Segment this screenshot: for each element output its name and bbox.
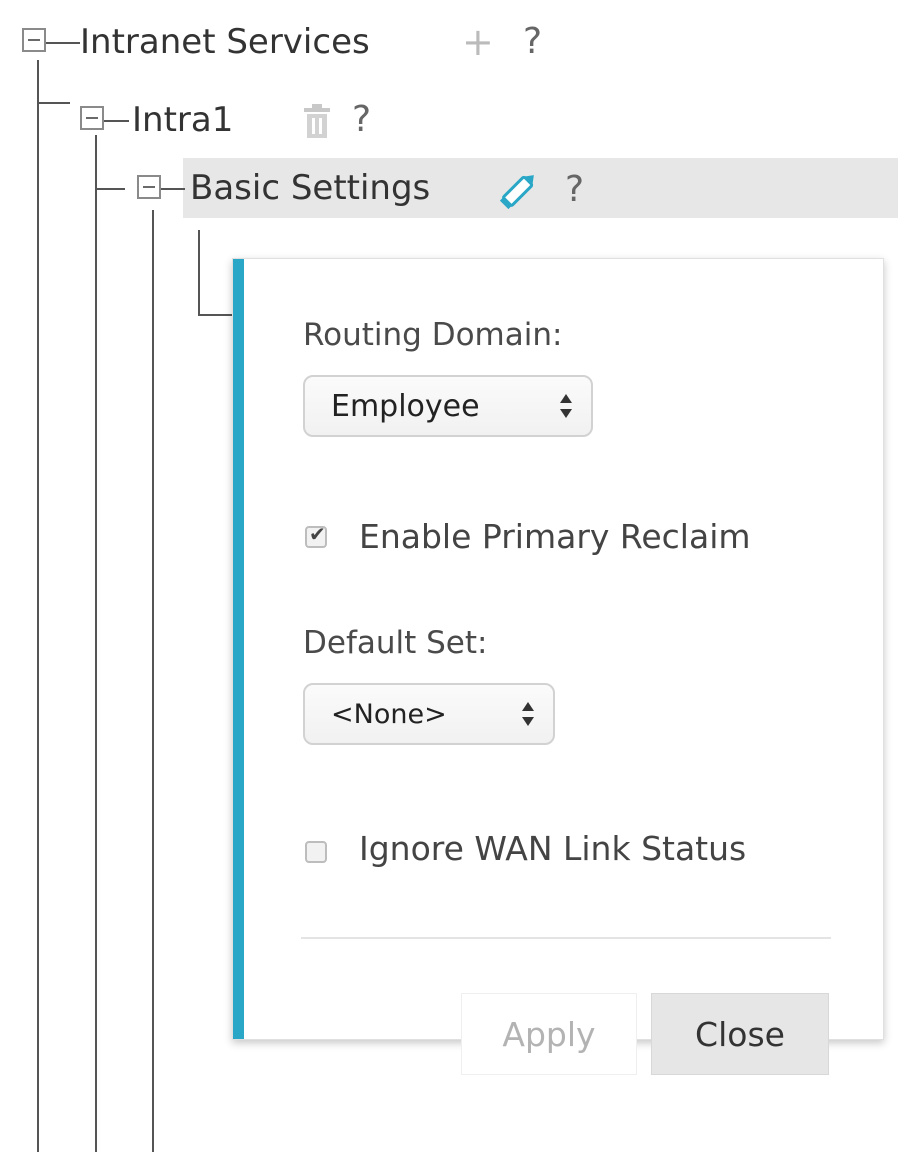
tree-node-intra1[interactable]: Intra1 <box>132 100 233 140</box>
edit-pencil-icon[interactable] <box>496 168 542 212</box>
routing-domain-select[interactable]: Employee <box>303 375 593 437</box>
add-icon[interactable]: + <box>462 22 494 62</box>
ignore-wan-link-status-label: Ignore WAN Link Status <box>359 829 747 868</box>
collapse-toggle-basic-settings[interactable] <box>137 175 161 199</box>
enable-primary-reclaim-label: Enable Primary Reclaim <box>359 517 751 556</box>
help-icon[interactable]: ? <box>523 22 542 62</box>
tree-line <box>104 120 129 122</box>
basic-settings-panel: Routing Domain: Employee Enable Primary … <box>232 258 884 1075</box>
tree-line <box>152 210 154 1152</box>
tree-line <box>198 230 200 316</box>
tree-line <box>198 314 234 316</box>
select-arrows-icon <box>560 394 572 418</box>
apply-button[interactable]: Apply <box>461 993 637 1075</box>
tree-line <box>95 188 125 190</box>
default-set-label: Default Set: <box>303 625 488 661</box>
collapse-toggle-intranet-services[interactable] <box>22 28 46 52</box>
default-set-value: <None> <box>331 698 447 730</box>
tree-node-intranet-services[interactable]: Intranet Services <box>80 22 370 62</box>
routing-domain-label: Routing Domain: <box>303 317 563 353</box>
enable-primary-reclaim-checkbox[interactable] <box>305 522 327 548</box>
routing-domain-value: Employee <box>331 388 480 424</box>
tree-line <box>95 135 97 1152</box>
tree-node-basic-settings[interactable]: Basic Settings <box>190 168 430 208</box>
ignore-wan-link-status-checkbox[interactable] <box>305 841 327 863</box>
tree-line <box>37 102 70 104</box>
trash-icon[interactable] <box>302 104 332 140</box>
default-set-select[interactable]: <None> <box>303 683 555 745</box>
panel-divider <box>301 937 831 939</box>
select-arrows-icon <box>522 702 534 726</box>
tree-line <box>37 60 39 1152</box>
tree-line <box>160 188 185 190</box>
tree-line <box>45 42 80 44</box>
help-icon[interactable]: ? <box>565 170 584 210</box>
help-icon[interactable]: ? <box>352 100 371 140</box>
panel-accent-bar <box>233 259 244 1039</box>
collapse-toggle-intra1[interactable] <box>80 106 104 130</box>
close-button[interactable]: Close <box>651 993 829 1075</box>
